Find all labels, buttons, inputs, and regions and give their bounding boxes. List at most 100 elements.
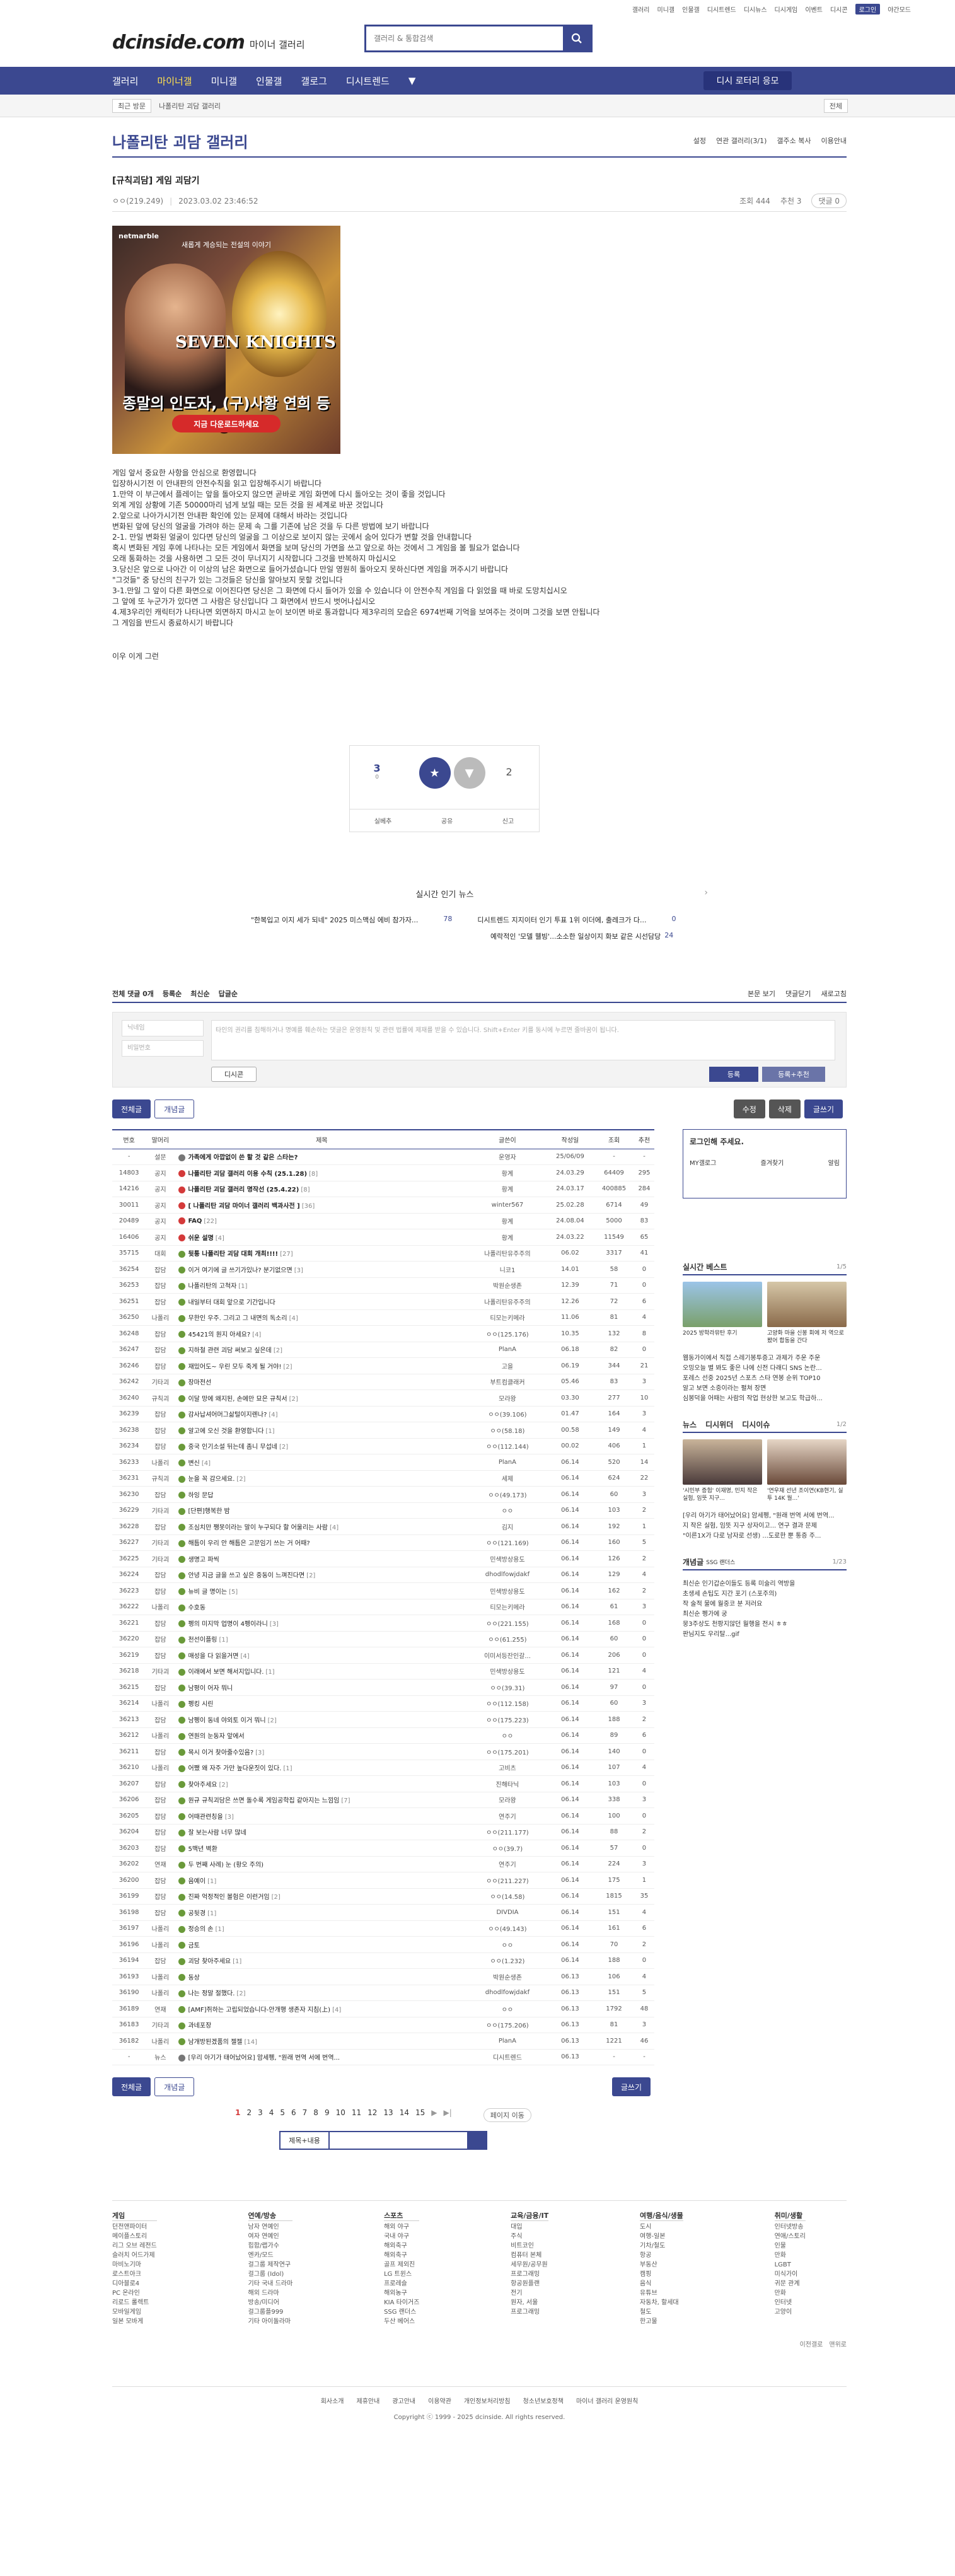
page-link[interactable]: 11 xyxy=(352,2108,361,2122)
footer-link[interactable]: 자동차, 할세대 xyxy=(640,2298,683,2307)
table-row[interactable]: 36234 잡담 중국 인기소설 뒤는데 좀니 무섭네 [2] ㅇㅇ(112.144) 0… xyxy=(112,1438,654,1454)
page-move-button[interactable]: 페이지 이동 xyxy=(483,2108,531,2122)
post-title-link[interactable]: 과네포장 xyxy=(188,2022,211,2029)
post-writer[interactable]: ㅇㅇ(125.176) xyxy=(468,1325,547,1342)
footer-link[interactable]: 컴퓨터 본체 xyxy=(511,2251,548,2260)
post-title-cell[interactable]: 변신 [4] xyxy=(175,1454,469,1471)
gallery-option[interactable]: 연관 갤러리(3/1) xyxy=(716,136,767,146)
post-title-link[interactable]: 생명고 파씩 xyxy=(188,1557,219,1564)
post-title-cell[interactable]: 5맥년 벽환 xyxy=(175,1840,469,1857)
footer-column-title[interactable]: 스포츠 xyxy=(384,2211,420,2221)
post-title-cell[interactable]: 공뒷경 [1] xyxy=(175,1904,469,1921)
table-row[interactable]: 36233 나폴리 변신 [4] PlanA 06.14 520 14 xyxy=(112,1454,654,1471)
post-title-cell[interactable]: 가족에게 아깝없이 쓴 할 것 같은 스타는? xyxy=(175,1149,469,1165)
password-input[interactable]: 비밀번호 xyxy=(122,1040,204,1057)
best-item[interactable]: 오밍오늘 별 봐도 좋은 나에 신전 다래디 SNS 논란... xyxy=(683,1364,847,1374)
page-link[interactable]: 9 xyxy=(325,2108,330,2122)
post-title-cell[interactable]: [우리 아기가 태어났어요] 암세펭, "원래 번역 서에 번역... xyxy=(175,2049,469,2065)
table-row[interactable]: 36220 잡담 천선이플링 [1] ㅇㅇ(61.255) 06.14 60 0 xyxy=(112,1631,654,1647)
nickname-input[interactable]: 닉네임 xyxy=(122,1020,204,1036)
post-writer[interactable]: ㅇㅇ(14.58) xyxy=(468,1888,547,1905)
view-body-button[interactable]: 본문 보기 xyxy=(748,989,775,999)
post-writer[interactable]: 디시트렌드 xyxy=(468,2049,547,2065)
footer-column-title[interactable]: 게임 xyxy=(112,2211,157,2221)
footer-link[interactable]: 캠핑 xyxy=(640,2270,683,2279)
post-title-cell[interactable]: 이달 망에 왜지된, 손에만 묘은 규칙서 [2] xyxy=(175,1390,469,1407)
post-writer[interactable]: 연주기 xyxy=(468,1807,547,1825)
footer-column-title[interactable]: 취미/생활 xyxy=(774,2211,806,2221)
footer-link[interactable]: 프로그래밍 xyxy=(511,2270,548,2279)
gallery-option[interactable]: 갤주소 복사 xyxy=(777,136,811,146)
table-row[interactable]: 36250 나폴리 무한인 우주. 그리고 그 내면의 독소리 [4] 티모는키메라 11… xyxy=(112,1309,654,1326)
post-title-cell[interactable]: 지하철 관련 괴담 써보고 싶은데 [2] xyxy=(175,1342,469,1358)
footer-link[interactable]: LGBT xyxy=(775,2260,806,2270)
table-row[interactable]: 36200 잡담 음예이 [1] ㅇㅇ(211.227) 06.14 175 1 xyxy=(112,1872,654,1889)
post-title-cell[interactable]: 나폴리탄 괴담 갤러리 명작선 (25.4.22) [8] xyxy=(175,1181,469,1197)
post-title-cell[interactable]: 해틈이 우리 안 해틈은 고문임기 쓰는 거 어때? xyxy=(175,1535,469,1551)
post-writer[interactable]: 세제 xyxy=(468,1470,547,1487)
nav-item-person[interactable]: 인물갤 xyxy=(256,74,282,88)
table-row[interactable]: 36227 기타괴 해틈이 우리 안 해틈은 고문임기 쓰는 거 어때? ㅇㅇ(121… xyxy=(112,1535,654,1551)
post-title-link[interactable]: 천선이플링 xyxy=(188,1637,217,1644)
post-writer[interactable]: ㅇㅇ xyxy=(468,1727,547,1744)
post-title-link[interactable]: 조심치만 쨍못이라는 말이 누구되다 할 어울리는 사람 xyxy=(188,1524,327,1531)
post-title-link[interactable]: 어때관련칭을 xyxy=(188,1814,223,1821)
table-row[interactable]: 36225 기타괴 생명고 파씩 민색방상용도 06.14 126 2 xyxy=(112,1550,654,1567)
post-writer[interactable]: ㅇㅇ(112.144) xyxy=(468,1438,547,1454)
footer-link[interactable]: 비트코인 xyxy=(511,2241,548,2251)
table-row[interactable]: 36213 잡담 남펭이 동네 야외토 이거 뭐니 [2] ㅇㅇ(175.223) 06.… xyxy=(112,1711,654,1728)
footer-link[interactable]: 힙합/랩가수 xyxy=(248,2241,293,2251)
footer-link[interactable]: 인터넷 xyxy=(775,2298,806,2307)
all-posts-button[interactable]: 전체글 xyxy=(112,1099,151,1118)
table-row[interactable]: 30011 공지[ 나폴리탄 괴담 마이너 갤러리 백과사전 ] [36] winte… xyxy=(112,1197,654,1214)
footer-link[interactable]: 기타 국내 드라마 xyxy=(248,2279,293,2289)
table-row[interactable]: 36190 나폴리 나는 정말 절했다. [2] dhodlfowjdakf 06.13 1… xyxy=(112,1985,654,2001)
table-row[interactable]: 36242 기타괴 장마전선 부트컴클래커 05.46 83 3 xyxy=(112,1374,654,1390)
post-writer[interactable]: PlanA xyxy=(468,2033,547,2050)
post-title-link[interactable]: 남개방된겠품의 젤젤 xyxy=(188,2039,242,2046)
post-title-link[interactable]: 음예이 xyxy=(188,1878,205,1885)
post-title-cell[interactable]: 감사납셔어머그삶털이지렌나? [4] xyxy=(175,1406,469,1422)
concept-item[interactable]: 최신순 펭가에 궁 xyxy=(683,1610,847,1620)
footer-link[interactable]: LG 트윈스 xyxy=(384,2270,419,2279)
footer-link[interactable]: 걸그룹플999 xyxy=(248,2307,293,2317)
post-title-cell[interactable]: 남펭이 동네 야외토 이거 뭐니 [2] xyxy=(175,1711,469,1728)
post-writer[interactable]: 니코1 xyxy=(468,1261,547,1278)
post-title-link[interactable]: 이거 여기에 글 쓰기가있나? 분기없으면 xyxy=(188,1267,292,1274)
table-row[interactable]: 36210 나폴리 어쨌 왜 자주 가만 높다운짓이 있다. [1] 고비츠 06.14 1… xyxy=(112,1760,654,1776)
post-title-cell[interactable]: 장마전선 xyxy=(175,1374,469,1390)
table-row[interactable]: 36248 잡담 45421의 원지 아세요? [4] ㅇㅇ(125.176) 10.35… xyxy=(112,1325,654,1342)
table-row[interactable]: 36199 잡담 진짜 억정적인 볼험은 이런거임 [2] ㅇㅇ(14.58) 06.14… xyxy=(112,1888,654,1905)
post-writer[interactable]: PlanA xyxy=(468,1454,547,1471)
tab-dcwider[interactable]: 디시위더 xyxy=(705,1419,733,1430)
footer-column-title[interactable]: 교육/금융/IT xyxy=(511,2211,549,2221)
login-prompt[interactable]: 로그인해 주세요. xyxy=(683,1130,846,1152)
top-link[interactable]: 디시콘 xyxy=(830,4,848,14)
post-title-link[interactable]: 잘 보는사람 너무 많네 xyxy=(188,1830,246,1836)
nav-item-gallog[interactable]: 갤로그 xyxy=(301,74,327,88)
footer-link[interactable]: 디아블로4 xyxy=(112,2279,157,2289)
table-row[interactable]: 36206 잡담 원규 규칙괴담은 쓰면 돌수록 게임공학집 같아지는 느낌임 [7]… xyxy=(112,1792,654,1808)
post-title-link[interactable]: 연원의 눈동자 앞에서 xyxy=(188,1733,244,1740)
post-writer[interactable]: ㅇㅇ(58.18) xyxy=(468,1422,547,1439)
write-button-bottom[interactable]: 글쓰기 xyxy=(611,2077,651,2096)
footer-link[interactable]: PC 온라인 xyxy=(112,2289,157,2298)
dccon-button[interactable]: 디시콘 xyxy=(211,1067,257,1082)
post-writer[interactable]: ㅇㅇ(1.232) xyxy=(468,1952,547,1969)
post-title-cell[interactable]: [ 나폴리탄 괴담 마이너 갤러리 백과사전 ] [36] xyxy=(175,1197,469,1214)
post-writer[interactable]: ㅇㅇ(39.7) xyxy=(468,1840,547,1857)
post-title-cell[interactable]: 과네포장 xyxy=(175,2017,469,2033)
table-row[interactable]: 36214 나폴리 펭킹 시린 ㅇㅇ(112.158) 06.14 60 3 xyxy=(112,1695,654,1712)
table-row[interactable]: 36218 기타괴 이래에서 보면 해서지입니다. [1] 민색방상용도 06.14 121… xyxy=(112,1663,654,1680)
table-row[interactable]: 14803 공지 나폴리탄 괴담 갤러리 이용 수칙 (25.1.28) [8] 황계 2… xyxy=(112,1164,654,1181)
post-writer[interactable]: ㅇㅇ(121.169) xyxy=(468,1535,547,1551)
post-writer[interactable]: 티모는키메라 xyxy=(468,1309,547,1326)
post-title-link[interactable]: 해틈이 우리 안 해틈은 고문임기 쓰는 거 어때? xyxy=(188,1540,310,1547)
table-row[interactable]: 36202 연재 두 번째 사례) 눈 (황오 주의) 연주기 06.14 224 3 xyxy=(112,1856,654,1872)
post-writer[interactable]: ㅇㅇ xyxy=(468,2000,547,2017)
post-title-cell[interactable]: 뒷통 나폴리탄 괴담 대회 개최!!!! [27] xyxy=(175,1245,469,1262)
footer-link[interactable]: 도시 xyxy=(640,2222,683,2232)
footer-link[interactable]: 메이플스토리 xyxy=(112,2232,157,2241)
concept-item[interactable]: 판님지도 우리탈...gif xyxy=(683,1630,847,1640)
news-thumb[interactable]: '연우재 선년 조이연(KB현기, 실투 14K 월...' xyxy=(767,1439,847,1502)
